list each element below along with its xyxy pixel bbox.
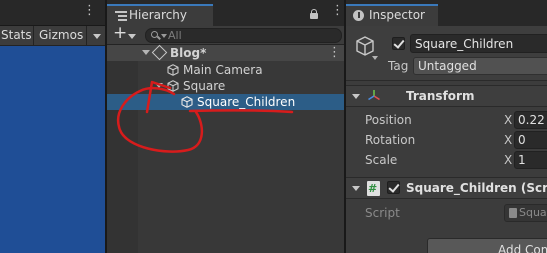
hierarchy-item-label: Square_Children: [197, 95, 296, 109]
transform-component-header[interactable]: Transform: [346, 85, 547, 107]
gizmos-button[interactable]: Gizmos: [35, 26, 86, 45]
hierarchy-tab-label: Hierarchy: [129, 8, 188, 22]
script-label: Script: [365, 206, 400, 220]
search-input[interactable]: [168, 29, 328, 42]
rotation-label: Rotation: [365, 133, 416, 147]
rotation-row: Rotation X: [346, 131, 547, 149]
transform-foldout-icon[interactable]: [352, 94, 360, 99]
scene-view-panel[interactable]: ⋮ Stats Gizmos: [0, 0, 105, 253]
add-component-button[interactable]: Add Com: [427, 238, 547, 253]
gameobject-cube-icon[interactable]: [354, 35, 376, 57]
rotation-x-field[interactable]: [514, 131, 547, 149]
chevron-down-icon: [128, 34, 136, 39]
info-icon: [353, 10, 364, 21]
script-file-icon: [509, 208, 517, 218]
hierarchy-item-square-children[interactable]: Square_Children: [107, 94, 344, 110]
script-component-header[interactable]: # Square_Children (Script): [346, 177, 547, 199]
inspector-panel: Inspector Tag Untagged Transform Positio…: [346, 0, 547, 253]
tab-inspector[interactable]: Inspector: [346, 4, 438, 26]
lock-icon[interactable]: [310, 9, 318, 19]
hierarchy-search[interactable]: [145, 28, 342, 43]
scene-row[interactable]: Blog* ⋮: [107, 44, 344, 61]
gameobject-cube-icon: [167, 80, 179, 92]
script-row: Script Squa: [346, 204, 547, 222]
scale-row: Scale X: [346, 151, 547, 169]
hierarchy-tab-bar: Hierarchy ⋮: [107, 0, 344, 26]
position-x-label[interactable]: X: [504, 111, 512, 129]
stats-button[interactable]: Stats: [0, 26, 34, 45]
hierarchy-item-label: Square: [183, 79, 226, 93]
position-x-field[interactable]: [514, 111, 547, 129]
gameobject-cube-icon: [167, 64, 179, 76]
rotation-x-label[interactable]: X: [504, 131, 512, 149]
script-component-title: Square_Children (Script): [406, 181, 547, 195]
scale-label: Scale: [365, 153, 398, 167]
script-reference-field[interactable]: Squa: [504, 204, 547, 222]
scene-name: Blog*: [170, 46, 207, 60]
unity-scene-icon: [151, 44, 168, 61]
tag-dropdown[interactable]: Untagged: [413, 57, 547, 75]
hierarchy-menu-icon[interactable]: ⋮: [331, 4, 344, 17]
inspector-tab-label: Inspector: [369, 8, 425, 22]
hierarchy-list-icon: [115, 11, 127, 21]
hierarchy-item-square[interactable]: Square: [107, 78, 344, 94]
transform-title: Transform: [406, 89, 475, 103]
plus-icon: +: [113, 23, 128, 43]
create-button[interactable]: +: [113, 23, 143, 44]
position-label: Position: [365, 113, 412, 127]
hierarchy-panel: Hierarchy ⋮ + Blog* ⋮ Main Camera: [107, 0, 344, 253]
active-checkbox[interactable]: [392, 37, 405, 50]
square-foldout-icon[interactable]: [155, 83, 163, 88]
object-name-field[interactable]: [410, 34, 547, 53]
tag-value: Untagged: [418, 59, 477, 73]
transform-icon: [368, 90, 380, 101]
search-filter-chevron-icon[interactable]: [161, 34, 167, 38]
script-reference-value: Squa: [519, 206, 547, 219]
icon-picker-chevron-icon[interactable]: [372, 56, 378, 60]
inspector-tab-bar: Inspector: [346, 0, 547, 26]
scale-x-field[interactable]: [514, 151, 547, 169]
scene-toolbar: Stats Gizmos: [0, 26, 105, 46]
script-foldout-icon[interactable]: [352, 186, 360, 191]
hierarchy-item-label: Main Camera: [183, 63, 263, 77]
object-header: Tag Untagged: [346, 26, 547, 81]
scene-foldout-icon[interactable]: [142, 50, 150, 55]
scale-x-label[interactable]: X: [504, 151, 512, 169]
gameobject-cube-icon: [181, 96, 193, 108]
csharp-script-icon: #: [367, 181, 380, 196]
add-component-label: Add Com: [498, 243, 547, 253]
scene-tab-bar: ⋮: [0, 0, 105, 26]
scene-panel-menu-icon[interactable]: ⋮: [83, 4, 96, 17]
scene-row-menu-icon[interactable]: ⋮: [328, 45, 341, 61]
tag-label: Tag: [388, 59, 409, 73]
gizmos-dropdown-icon[interactable]: [86, 26, 105, 45]
hierarchy-item-main-camera[interactable]: Main Camera: [107, 62, 344, 78]
script-enabled-checkbox[interactable]: [387, 181, 400, 194]
hierarchy-toolbar: +: [107, 23, 344, 45]
search-icon: [151, 31, 158, 38]
position-row: Position X: [346, 111, 547, 129]
